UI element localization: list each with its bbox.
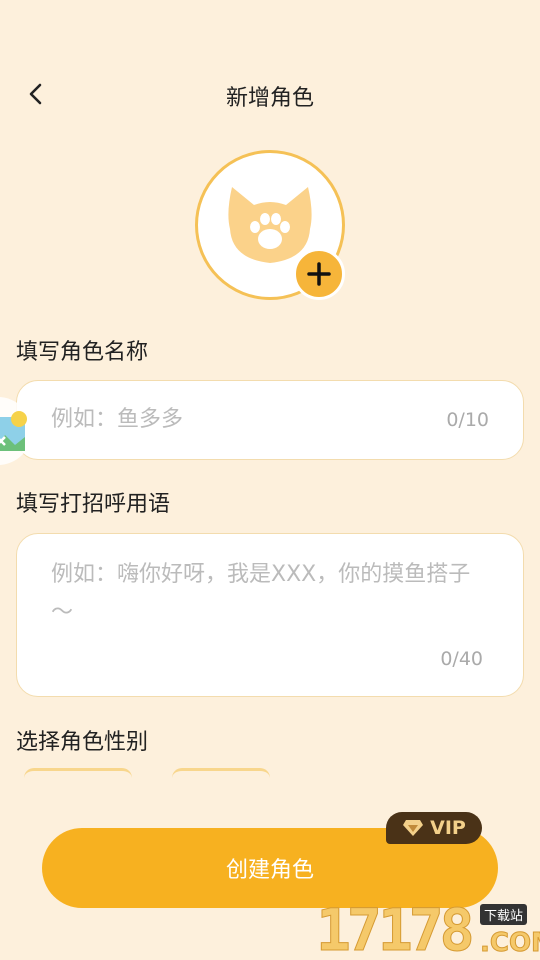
name-placeholder: 例如：鱼多多 (51, 407, 184, 432)
role-name-input[interactable]: 例如：鱼多多 0/10 (16, 380, 524, 460)
plus-icon (307, 262, 331, 286)
avatar-picker[interactable] (195, 150, 345, 300)
greeting-label: 填写打招呼用语 (16, 492, 171, 517)
gender-option-2[interactable] (172, 768, 270, 778)
gender-label: 选择角色性别 (16, 730, 149, 755)
gender-options (0, 768, 540, 778)
greeting-char-counter: 0/40 (440, 648, 483, 670)
header: 新增角色 (0, 70, 540, 118)
watermark-tag: 下载站 (480, 904, 528, 925)
greeting-textarea[interactable]: 例如：嗨你好呀，我是XXX，你的摸鱼搭子～ 0/40 (16, 533, 524, 697)
greeting-placeholder: 例如：嗨你好呀，我是XXX，你的摸鱼搭子～ (51, 562, 471, 625)
image-icon (0, 411, 27, 451)
vip-badge: VIP (386, 812, 482, 844)
diamond-icon (403, 820, 424, 836)
add-avatar-button[interactable] (293, 248, 345, 300)
vip-label: VIP (430, 817, 466, 839)
create-role-label: 创建角色 (225, 858, 314, 883)
watermark: 17178 下载站 .COM (316, 900, 540, 960)
name-label: 填写角色名称 (16, 340, 149, 365)
gender-option-1[interactable] (24, 768, 132, 778)
page-title: 新增角色 (225, 86, 314, 111)
watermark-suffix: .COM (480, 928, 540, 959)
watermark-digits: 17178 (316, 896, 476, 960)
name-char-counter: 0/10 (446, 409, 489, 431)
